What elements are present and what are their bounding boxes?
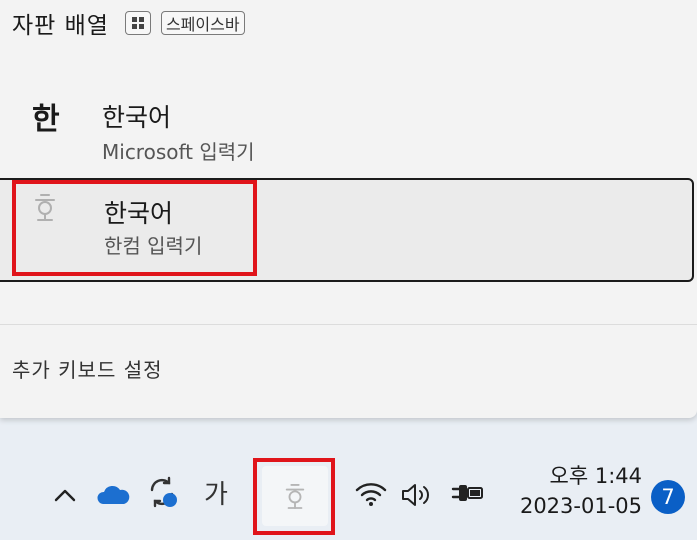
windows-key-badge — [124, 11, 151, 35]
onedrive-cloud-svg — [97, 485, 130, 504]
flyout-divider — [0, 324, 697, 325]
taskbar-clock[interactable]: 오후 1:44 2023-01-05 — [500, 462, 642, 522]
flyout-title: 자판 배열 — [12, 13, 109, 39]
ime-ga-icon[interactable]: 가 — [196, 472, 236, 512]
hanword-ime-icon — [32, 192, 58, 222]
volume-icon[interactable] — [398, 480, 436, 510]
ime-option-microsoft[interactable]: 한 한국어 Microsoft 입력기 — [0, 80, 697, 180]
flyout-header: 자판 배열 스페이스바 — [12, 6, 245, 40]
chevron-up-icon[interactable] — [52, 482, 78, 508]
onedrive-icon[interactable] — [94, 482, 132, 508]
clock-date: 2023-01-05 — [519, 494, 642, 518]
hanword-ime-svg — [35, 194, 55, 221]
windows-logo-icon — [132, 17, 144, 29]
speaker-svg — [402, 484, 429, 506]
ime-option-name: 한국어 — [104, 199, 174, 228]
sync-icon[interactable] — [144, 474, 180, 510]
korean-han-glyph-icon: 한 — [32, 102, 60, 137]
power-plug-icon[interactable] — [450, 478, 486, 508]
ime-option-provider: 한컴 입력기 — [104, 234, 203, 258]
space-key-badge: 스페이스바 — [160, 11, 245, 35]
ime-option-provider: Microsoft 입력기 — [102, 140, 255, 164]
more-keyboard-settings-link[interactable]: 추가 키보드 설정 — [12, 354, 163, 383]
sync-arrows-svg — [150, 476, 177, 508]
wifi-icon[interactable] — [354, 478, 388, 510]
wifi-svg — [355, 483, 387, 506]
ime-flyout: 자판 배열 스페이스바 한 한국어 Microsoft 입력기 한국어 한컴 입… — [0, 0, 697, 418]
clock-time: 오후 1:44 — [549, 464, 642, 488]
plug-battery-svg — [451, 485, 483, 501]
ime-option-name: 한국어 — [102, 103, 172, 132]
notification-count-badge[interactable]: 7 — [651, 480, 685, 514]
tray-hanword-ime-icon[interactable] — [262, 466, 328, 526]
chevron-up-svg — [54, 489, 76, 502]
ime-option-hancom[interactable]: 한국어 한컴 입력기 — [0, 178, 694, 282]
hanword-tray-svg — [285, 484, 305, 509]
